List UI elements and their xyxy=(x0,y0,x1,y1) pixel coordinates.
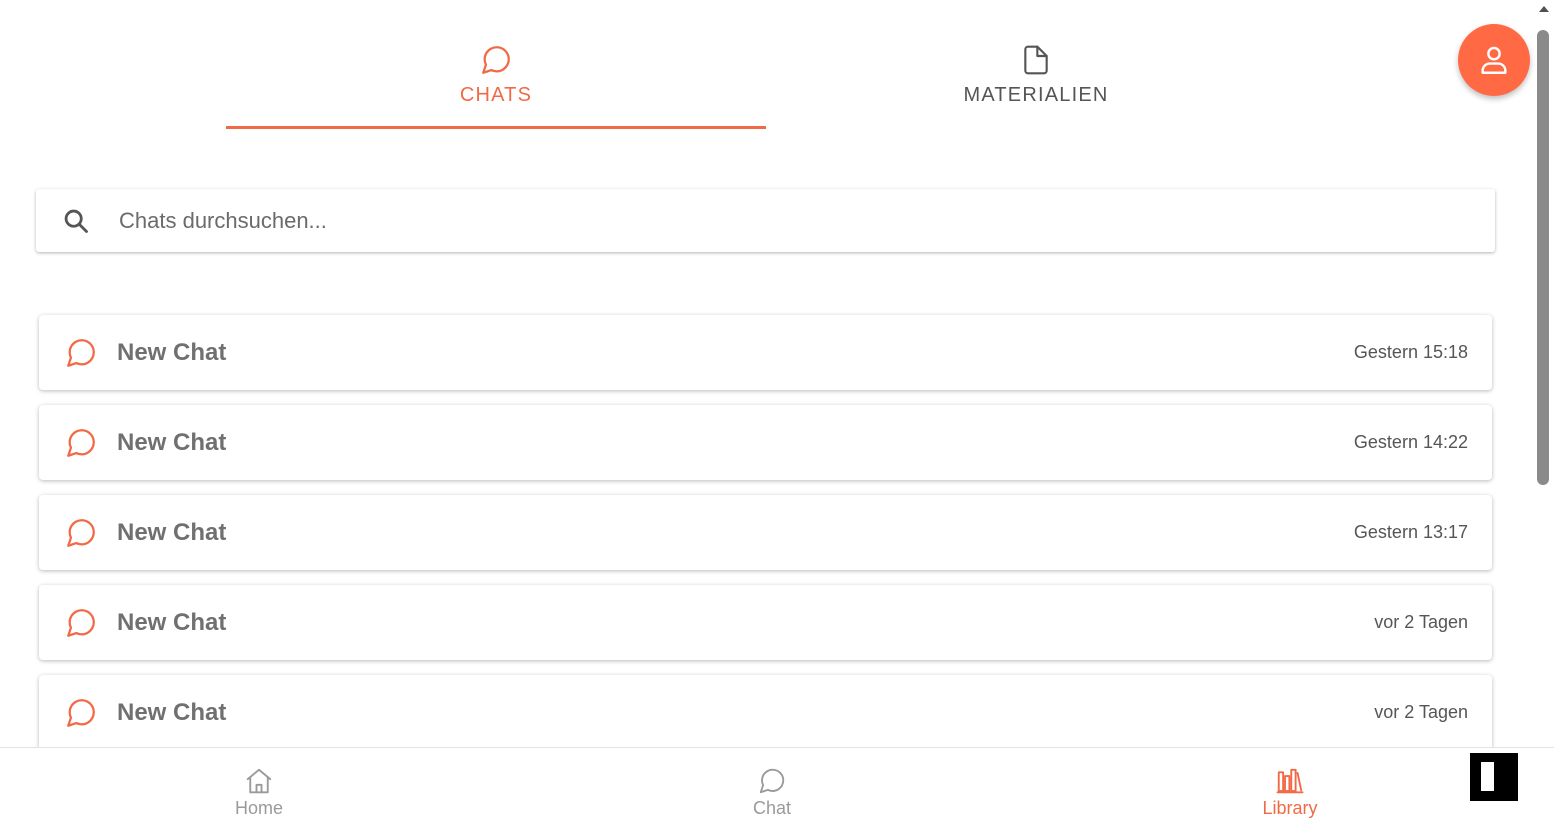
chat-timestamp: Gestern 15:18 xyxy=(1353,342,1468,362)
nav-chat-label: Chat xyxy=(752,798,792,818)
chat-list-item[interactable]: New Chat vor 2 Tagen xyxy=(39,675,1492,750)
nav-home[interactable]: Home xyxy=(199,766,319,819)
tab-chats-label: CHATS xyxy=(459,84,533,106)
search-input[interactable] xyxy=(119,207,1495,234)
chat-bubble-icon xyxy=(64,606,98,640)
chat-bubble-icon xyxy=(64,696,98,730)
chat-list-item[interactable]: New Chat Gestern 15:18 xyxy=(39,315,1492,390)
overlay-toggle-button[interactable] xyxy=(1470,753,1518,801)
chat-title: New Chat xyxy=(117,698,227,726)
chat-timestamp: vor 2 Tagen xyxy=(1374,612,1468,632)
nav-home-label: Home xyxy=(234,798,283,818)
search-icon xyxy=(62,207,90,235)
nav-chat[interactable]: Chat xyxy=(712,766,832,819)
chat-timestamp: vor 2 Tagen xyxy=(1374,702,1468,722)
tab-chats[interactable]: CHATS xyxy=(226,0,766,130)
scrollbar[interactable] xyxy=(1533,0,1554,748)
document-icon xyxy=(1020,43,1052,77)
chat-list-item[interactable]: New Chat Gestern 13:17 xyxy=(39,495,1492,570)
library-icon xyxy=(1275,766,1305,796)
chat-bubble-icon xyxy=(64,516,98,550)
chat-list-item[interactable]: New Chat Gestern 14:22 xyxy=(39,405,1492,480)
bar-icon xyxy=(1481,762,1494,791)
home-icon xyxy=(244,766,274,796)
nav-library-label: Library xyxy=(1262,798,1318,818)
tab-materialien-label: MATERIALIEN xyxy=(963,84,1109,106)
chat-bubble-icon xyxy=(64,426,98,460)
chat-list-item[interactable]: New Chat vor 2 Tagen xyxy=(39,585,1492,660)
chat-timestamp: Gestern 13:17 xyxy=(1353,522,1468,542)
scrollbar-thumb[interactable] xyxy=(1537,30,1549,485)
chat-title: New Chat xyxy=(117,608,227,636)
bottom-navigation: Home Chat Library xyxy=(0,747,1554,837)
chat-bubble-icon xyxy=(757,766,787,796)
user-icon xyxy=(1481,46,1507,74)
active-tab-indicator xyxy=(226,126,766,129)
chat-title: New Chat xyxy=(117,338,227,366)
chat-title: New Chat xyxy=(117,428,227,456)
chat-list: New Chat Gestern 15:18 New Chat Gestern … xyxy=(39,315,1492,765)
profile-button[interactable] xyxy=(1458,24,1530,96)
scroll-up-arrow-icon[interactable] xyxy=(1539,6,1549,12)
chat-bubble-icon xyxy=(479,43,513,77)
chat-title: New Chat xyxy=(117,518,227,546)
tab-materialien[interactable]: MATERIALIEN xyxy=(766,0,1306,130)
chat-bubble-icon xyxy=(64,336,98,370)
tab-bar: CHATS MATERIALIEN xyxy=(226,0,1306,130)
search-bar xyxy=(36,189,1495,252)
chat-timestamp: Gestern 14:22 xyxy=(1353,432,1468,452)
nav-library[interactable]: Library xyxy=(1230,766,1350,819)
